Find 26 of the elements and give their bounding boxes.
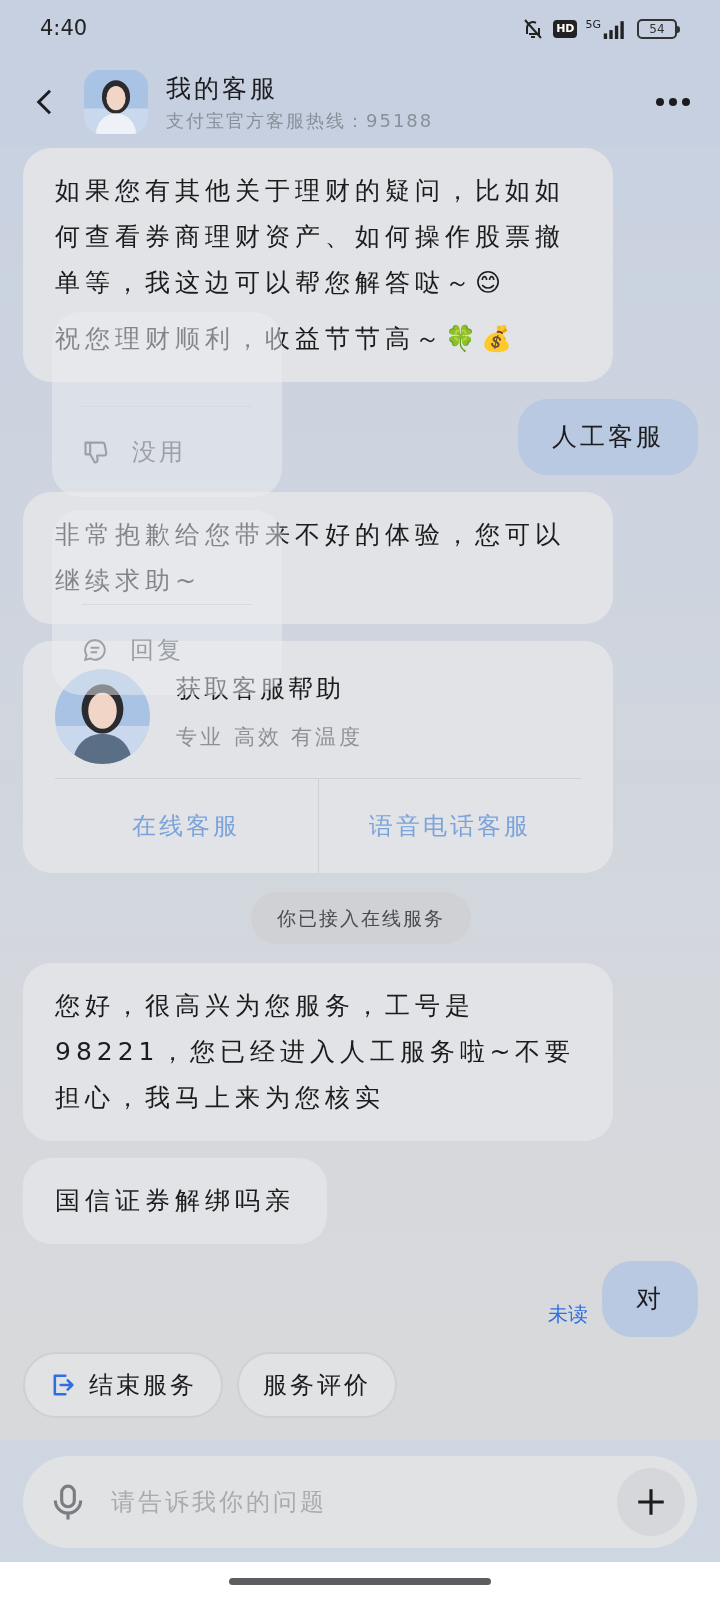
- message-text: 您好，很高兴为您服务，工号是98221，您已经进入人工服务啦~不要担心，我马上来为您核实: [55, 990, 577, 1114]
- message-text: 如果您有其他关于理财的疑问，比如如何查看券商理财资产、如何操作股票撤单等，我这边可以帮您解答哒～😊: [55, 175, 566, 299]
- hotline-subtitle: 支付宝官方客服热线：95188: [166, 109, 435, 134]
- card-action-link[interactable]: 语音电话客服: [317, 779, 581, 873]
- message-text: 国信证券解绑吗亲: [55, 1185, 295, 1217]
- quick-action-chip[interactable]: 服务评价: [237, 1352, 397, 1418]
- card-subtitle: 专业 高效 有温度: [176, 723, 364, 751]
- message-text: 祝您理财顺利，收益节节高～🍀💰: [55, 323, 518, 355]
- home-indicator[interactable]: [229, 1577, 491, 1585]
- message-text: 非常抱歉给您带来不好的体验，您可以继续求助~: [55, 519, 566, 597]
- chat-icon: [82, 637, 108, 663]
- hd-badge: HD: [553, 20, 578, 38]
- card-title: 获取客服帮助: [176, 673, 345, 705]
- message-input[interactable]: 请告诉我你的问题: [23, 1456, 697, 1548]
- system-notice: 你已接入在线服务: [250, 892, 471, 944]
- add-button[interactable]: [617, 1468, 685, 1536]
- battery-icon: 54: [637, 19, 680, 39]
- message-bubble: 对: [602, 1261, 698, 1337]
- quick-action-chip[interactable]: 结束服务: [23, 1352, 223, 1418]
- message-bubble: 人工客服: [518, 399, 698, 475]
- read-status: 未读: [548, 1301, 588, 1328]
- card-action-link[interactable]: 在线客服: [55, 779, 318, 873]
- chat-title: 我的客服: [166, 72, 279, 105]
- status-time: 4:40: [40, 15, 88, 43]
- network-type: 5G: [585, 18, 601, 30]
- menu-item[interactable]: 没用: [82, 407, 186, 497]
